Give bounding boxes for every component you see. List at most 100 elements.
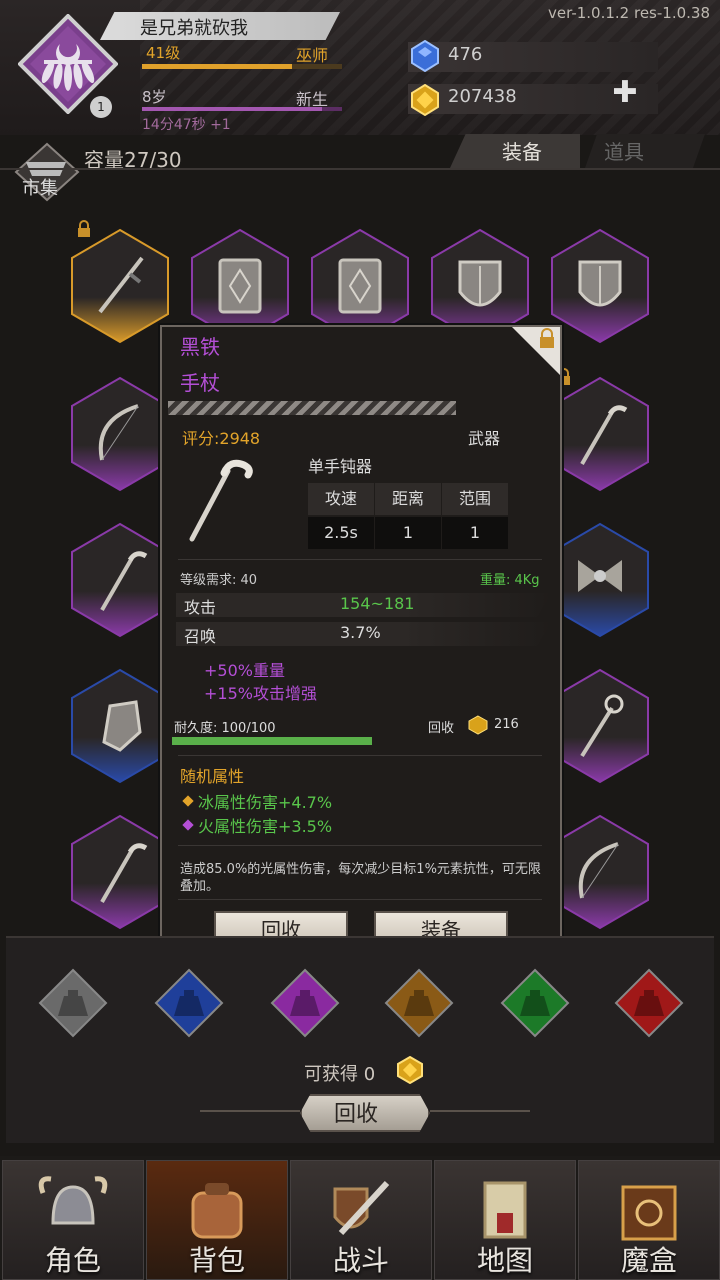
nav-label: 魔盒: [620, 1244, 677, 1277]
divider: [178, 899, 542, 900]
divider: [178, 559, 542, 560]
summon-value: 3.7%: [340, 623, 381, 642]
market-label[interactable]: 市集: [22, 174, 58, 200]
gem-count: 476: [448, 44, 483, 65]
add-currency-icon[interactable]: ✚: [610, 78, 640, 108]
gold-coin-icon: [411, 84, 439, 116]
age-timer: 14分47秒 +1: [142, 117, 231, 133]
tab-equipment-label[interactable]: 装备: [502, 136, 542, 165]
stat-header: 攻速: [308, 483, 374, 515]
lock-toggle-icon[interactable]: [512, 327, 560, 375]
salvage-gem-slot[interactable]: [500, 968, 570, 1038]
sword-shield-icon: [333, 1180, 390, 1236]
divider: [0, 168, 720, 170]
age-progress-fill: [142, 107, 322, 111]
ice-bullet-icon: [182, 795, 194, 807]
backpack-icon: [191, 1183, 243, 1239]
divider: [200, 1110, 300, 1112]
inventory-slot[interactable]: [550, 368, 650, 492]
salvage-gem-slot[interactable]: [614, 968, 684, 1038]
pouch-icon: [154, 968, 224, 1038]
inventory-slot[interactable]: [70, 376, 170, 492]
staff-icon: [100, 551, 148, 611]
salvage-gem-slot[interactable]: [38, 968, 108, 1038]
lock-icon: [78, 220, 90, 237]
inventory-slot[interactable]: [70, 814, 170, 930]
bow-icon: [98, 404, 139, 461]
inventory-slot[interactable]: [70, 668, 170, 784]
weapon-stats-table: 攻速 距离 范围 2.5s 1 1: [308, 483, 508, 549]
item-weight: 重量: 4Kg: [480, 573, 540, 588]
inventory-slot[interactable]: [550, 668, 650, 784]
inventory-slot[interactable]: [70, 220, 170, 344]
random-attribute: 火属性伤害+3.5%: [198, 817, 333, 836]
salvage-recycle-label[interactable]: 回收: [334, 1096, 378, 1128]
pouch-icon: [500, 968, 570, 1038]
magic-box-icon: [621, 1185, 677, 1241]
book-icon: [218, 258, 262, 314]
bow-tie-icon: [578, 560, 622, 592]
bonus-stat: +50%重量: [204, 661, 285, 680]
obtain-text: 可获得 0: [304, 1064, 376, 1085]
pouch-icon: [270, 968, 340, 1038]
bow-icon: [578, 842, 619, 899]
nav-label: 战斗: [332, 1244, 389, 1277]
gold-coin-icon: [468, 715, 488, 735]
inventory-slot[interactable]: [550, 228, 650, 344]
nav-item[interactable]: 背包: [146, 1160, 288, 1280]
nav-item[interactable]: 角色: [2, 1160, 144, 1280]
item-score: 评分:2948: [182, 429, 261, 448]
nav-item[interactable]: 战斗: [290, 1160, 432, 1280]
version-text: ver-1.0.1.2 res-1.0.38: [548, 4, 710, 22]
pouch-icon: [614, 968, 684, 1038]
nav-item[interactable]: 魔盒: [578, 1160, 720, 1280]
pouch-icon: [38, 968, 108, 1038]
salvage-gem-slot[interactable]: [154, 968, 224, 1038]
gauntlet-icon: [102, 700, 142, 752]
item-type: 武器: [468, 429, 501, 448]
inventory-slot[interactable]: [550, 522, 650, 638]
nav-label: 角色: [44, 1244, 101, 1277]
recycle-label: 回收: [428, 721, 455, 736]
divider: [178, 755, 542, 756]
emblem-badge: 1: [90, 96, 112, 118]
tab-items-label[interactable]: 道具: [604, 136, 644, 165]
item-description: 造成85.0%的光属性伤害，每次减少目标1%元素抗性，可无限叠加。: [180, 862, 541, 894]
cane-icon: [189, 459, 253, 542]
level-progress-fill: [142, 64, 292, 69]
gem-currency-box: [408, 42, 658, 72]
mace-staff-icon: [580, 694, 624, 758]
helmet-icon: [38, 1176, 108, 1225]
inventory-slot[interactable]: [550, 814, 650, 930]
inventory-slot[interactable]: [70, 522, 170, 638]
item-material: 黑铁: [180, 335, 220, 359]
stat-header: 距离: [375, 483, 441, 515]
nav-label: 地图: [476, 1244, 533, 1277]
item-name: 手杖: [180, 371, 220, 395]
durability-bar: [172, 737, 372, 745]
nav-item[interactable]: 地图: [434, 1160, 576, 1280]
player-name: 是兄弟就砍我: [140, 18, 248, 39]
stat-value: 1: [375, 517, 441, 549]
salvage-gem-slot[interactable]: [384, 968, 454, 1038]
gold-count: 207438: [448, 86, 517, 107]
title-divider: [168, 401, 456, 415]
gold-coin-icon: [397, 1056, 423, 1084]
blue-gem-icon: [411, 40, 439, 72]
summon-label: 召唤: [184, 627, 217, 646]
player-age: 8岁: [142, 88, 167, 106]
salvage-gem-slot[interactable]: [270, 968, 340, 1038]
attack-value: 154~181: [340, 594, 415, 613]
shield-icon: [578, 260, 622, 307]
tab-items[interactable]: [585, 134, 705, 168]
sword-icon: [98, 256, 144, 314]
stat-header: 范围: [442, 483, 508, 515]
staff-icon: [580, 405, 628, 465]
player-class: 巫师: [296, 46, 329, 65]
player-level: 41级: [146, 44, 181, 62]
staff-icon: [100, 843, 148, 903]
attack-label: 攻击: [184, 598, 217, 617]
item-detail-popup: 黑铁 手杖 评分:2948 武器 单手钝器 攻速 距离 范围 2.5s 1 1 …: [160, 325, 562, 959]
bonus-stat: +15%攻击增强: [204, 684, 317, 703]
level-requirement: 等级需求: 40: [180, 573, 258, 588]
